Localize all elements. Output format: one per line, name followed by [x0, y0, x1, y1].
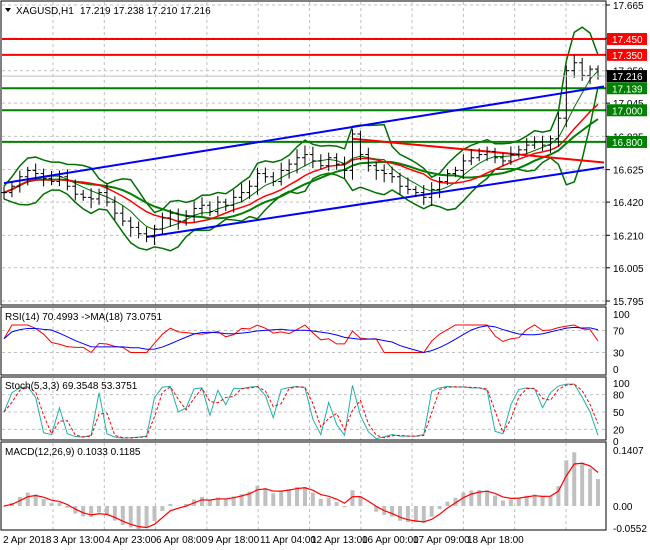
y-tick-label: 17.665	[613, 1, 644, 12]
level-tag-label: 17.000	[612, 106, 643, 117]
level-price-tag: 17.139	[607, 82, 647, 95]
macd-histogram-bar	[97, 506, 102, 513]
macd-histogram-bar	[318, 498, 323, 506]
level-tag-label: 17.350	[612, 51, 643, 62]
macd-histogram-bar	[342, 506, 347, 508]
stoch-tick-label: 80	[613, 391, 625, 402]
macd-histogram-bar	[295, 487, 300, 506]
macd-histogram-bar	[200, 496, 204, 506]
macd-histogram-bar	[271, 493, 276, 506]
x-tick-label: 12 Apr 13:00	[311, 535, 368, 546]
macd-histogram-bar	[279, 491, 284, 506]
rsi-title: RSI(14) 70.4993 ->MA(18) 73.0751	[5, 312, 162, 323]
stoch-tick-label: 100	[613, 379, 630, 390]
y-tick-label: 16.625	[613, 166, 644, 177]
ohlc-readout: 17.219 17.238 17.210 17.216	[80, 6, 211, 17]
macd-histogram-bar	[81, 506, 86, 517]
x-tick-label: 17 Apr 09:00	[413, 535, 470, 546]
macd-histogram-bar	[287, 489, 292, 506]
macd-histogram-bar	[310, 492, 315, 506]
rsi-tick-label: 70	[613, 327, 625, 338]
macd-histogram-bar	[469, 490, 474, 506]
macd-histogram-bar	[25, 492, 30, 506]
macd-tick-label: 0.00	[613, 502, 633, 513]
macd-histogram-bar	[500, 500, 505, 506]
macd-histogram-bar	[540, 497, 545, 506]
y-tick-label: 16.005	[613, 264, 644, 275]
macd-histogram-bar	[429, 506, 434, 517]
macd-histogram-bar	[564, 460, 569, 506]
macd-histogram-bar	[168, 503, 173, 506]
macd-histogram-bar	[413, 506, 418, 523]
rsi-tick-label: 0	[613, 365, 619, 376]
macd-histogram-bar	[263, 487, 268, 506]
macd-histogram-bar	[334, 501, 339, 506]
y-tick-label: 15.795	[613, 297, 644, 308]
y-tick-label: 16.210	[613, 231, 644, 242]
macd-histogram-bar	[548, 495, 553, 506]
level-price-tag: 16.800	[607, 135, 647, 149]
macd-histogram-bar	[152, 506, 157, 522]
x-tick-label: 11 Apr 04:00	[260, 535, 316, 546]
macd-histogram-bar	[445, 501, 450, 506]
macd-histogram-bar	[41, 498, 46, 506]
stoch-tick-label: 20	[613, 425, 625, 436]
macd-histogram-bar	[588, 468, 593, 506]
stoch-title: Stoch(5,3,3) 69.3548 53.3751	[5, 381, 138, 392]
macd-histogram-bar	[302, 487, 307, 506]
current-price-tag: 17.216	[607, 70, 647, 83]
macd-histogram-bar	[160, 506, 165, 511]
x-tick-label: 18 Apr 18:00	[467, 535, 524, 546]
macd-histogram-bar	[493, 495, 498, 506]
macd-histogram-bar	[421, 506, 426, 523]
macd-histogram-bar	[136, 506, 141, 529]
current-price-label: 17.216	[612, 72, 643, 83]
macd-tick-label: -0.0552	[613, 524, 647, 535]
rsi-tick-label: 100	[613, 310, 630, 321]
level-price-tag: 17.000	[607, 104, 647, 117]
x-tick-label: 9 Apr 18:00	[208, 535, 260, 546]
x-tick-label: 6 Apr 08:00	[156, 535, 208, 546]
macd-histogram-bar	[596, 479, 600, 506]
level-tag-label: 16.800	[612, 138, 643, 149]
level-tag-label: 17.139	[612, 84, 643, 95]
macd-histogram-bar	[508, 499, 513, 506]
macd-histogram-bar	[57, 502, 62, 506]
y-tick-label: 16.420	[613, 198, 644, 209]
symbol-label: XAGUSD,H1	[16, 6, 74, 17]
macd-histogram-bar	[580, 462, 585, 506]
rsi-tick-label: 30	[613, 349, 625, 360]
macd-histogram-bar	[398, 506, 402, 521]
x-tick-label: 4 Apr 23:00	[105, 535, 157, 546]
macd-histogram-bar	[572, 452, 577, 506]
macd-histogram-bar	[437, 506, 442, 510]
macd-title: MACD(12,26,9) 0.1033 0.1185	[5, 447, 141, 458]
macd-histogram-bar	[49, 503, 54, 506]
macd-histogram-bar	[65, 506, 70, 508]
x-tick-label: 16 Apr 00:00	[362, 535, 419, 546]
x-tick-label: 3 Apr 13:00	[53, 535, 105, 546]
macd-histogram-bar	[390, 506, 395, 517]
macd-histogram-bar	[255, 485, 260, 506]
chart-window[interactable]: 17.66517.45517.25017.04516.83516.62516.4…	[0, 0, 650, 550]
level-tag-label: 17.450	[612, 35, 643, 46]
macd-histogram-bar	[326, 498, 331, 506]
macd-tick-label: 0.1407	[613, 446, 644, 457]
macd-histogram-bar	[104, 506, 109, 516]
level-price-tag: 17.350	[607, 48, 647, 62]
macd-histogram-bar	[144, 506, 149, 529]
macd-histogram-bar	[207, 500, 212, 506]
level-price-tag: 17.450	[607, 33, 647, 46]
stoch-tick-label: 50	[613, 408, 625, 419]
macd-histogram-bar	[516, 497, 521, 506]
background	[0, 0, 650, 550]
macd-histogram-bar	[223, 499, 228, 506]
x-tick-label: 2 Apr 2018	[3, 535, 52, 546]
macd-histogram-bar	[485, 490, 490, 506]
